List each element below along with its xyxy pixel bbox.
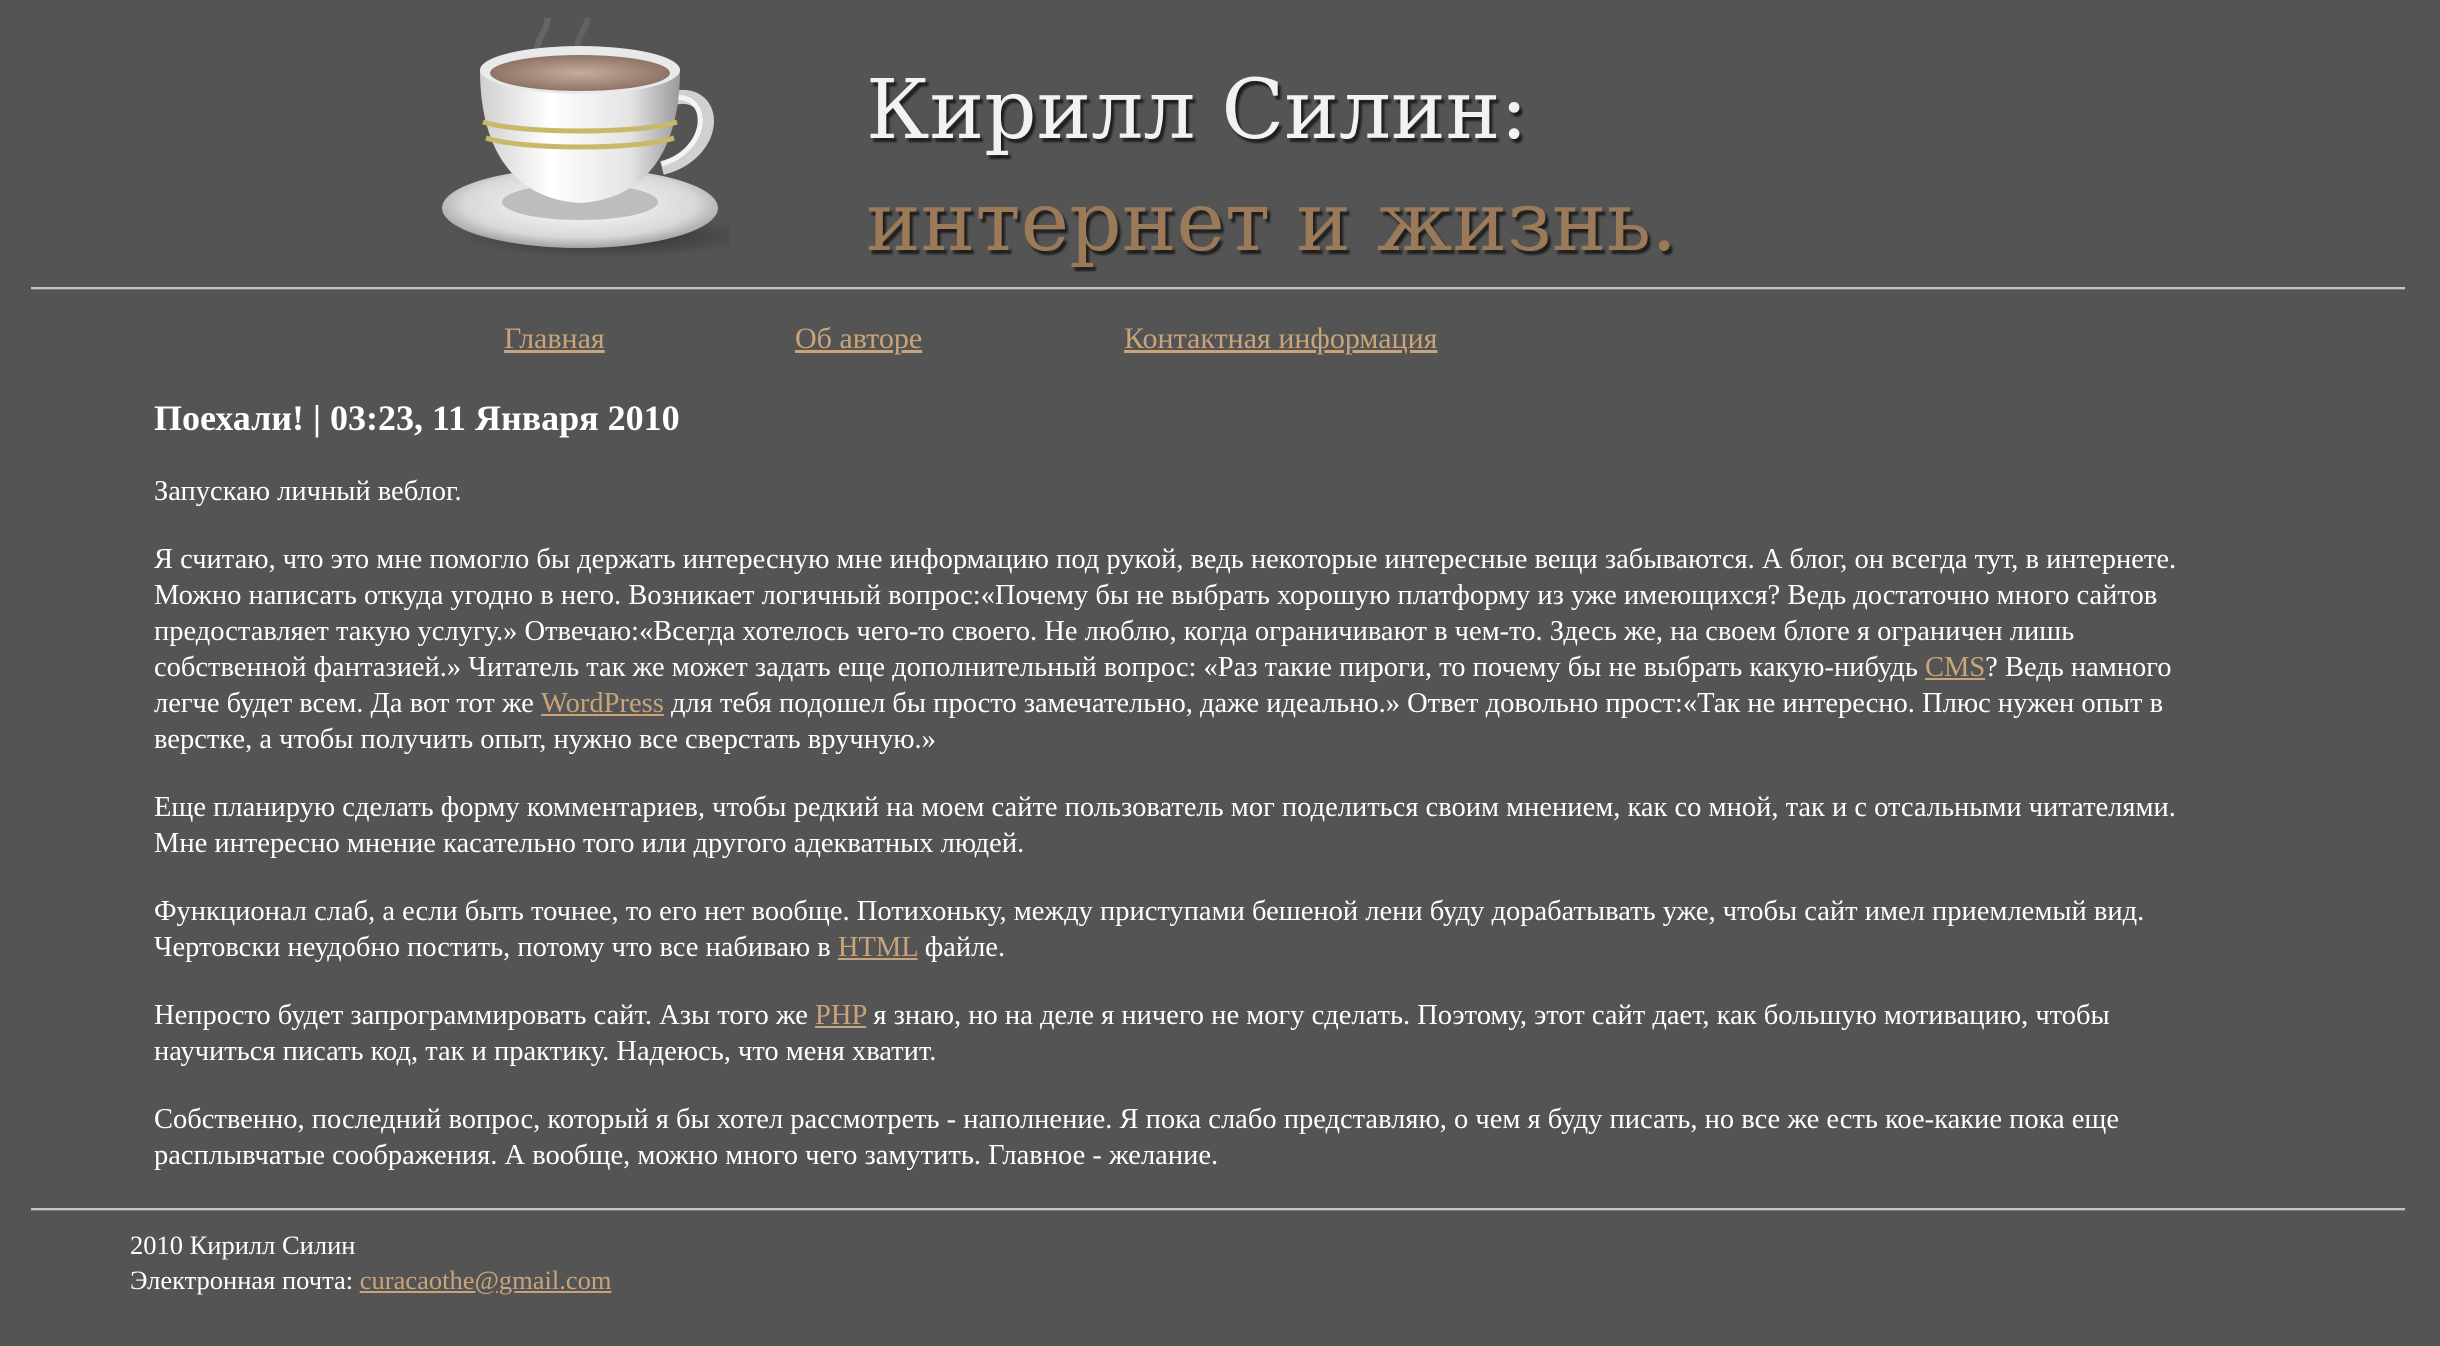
site-footer: 2010 Кирилл Силин Электронная почта: cur… bbox=[130, 1228, 611, 1298]
paragraph-text: Функционал слаб, а если быть точнее, то … bbox=[154, 896, 2145, 963]
blog-post: Поехали! | 03:23, 11 Января 2010 Запуска… bbox=[154, 396, 2214, 1206]
post-paragraph: Непросто будет запрограммировать сайт. А… bbox=[154, 998, 2214, 1070]
post-paragraph: Функционал слаб, а если быть точнее, то … bbox=[154, 894, 2214, 966]
post-paragraph: Я считаю, что это мне помогло бы держать… bbox=[154, 542, 2214, 758]
site-subtitle: интернет и жизнь. bbox=[866, 175, 1678, 270]
post-heading: Поехали! | 03:23, 11 Января 2010 bbox=[154, 398, 680, 438]
site-title: Кирилл Силин: bbox=[866, 63, 1528, 158]
footer-divider bbox=[31, 1208, 2405, 1211]
post-paragraph: Запускаю личный веблог. bbox=[154, 476, 462, 507]
copyright-text: 2010 Кирилл Силин bbox=[130, 1230, 356, 1260]
post-paragraph: Еще планирую сделать форму комментариев,… bbox=[154, 792, 2176, 859]
site-header: Кирилл Силин: интернет и жизнь. bbox=[0, 0, 2440, 290]
main-nav: Главная Об авторе Контактная информация bbox=[0, 322, 2440, 362]
html-link[interactable]: HTML bbox=[838, 932, 918, 963]
nav-link-about[interactable]: Об авторе bbox=[795, 322, 922, 356]
email-line: Электронная почта: curacaothe@gmail.com bbox=[130, 1263, 611, 1298]
nav-link-home[interactable]: Главная bbox=[504, 322, 605, 356]
coffee-cup-icon bbox=[442, 18, 730, 258]
nav-link-contacts[interactable]: Контактная информация bbox=[1124, 322, 1437, 356]
wordpress-link[interactable]: WordPress bbox=[541, 688, 664, 719]
email-label: Электронная почта: bbox=[130, 1265, 360, 1295]
cms-link[interactable]: CMS bbox=[1925, 652, 1985, 683]
paragraph-text: Я считаю, что это мне помогло бы держать… bbox=[154, 544, 2177, 683]
php-link[interactable]: PHP bbox=[815, 1000, 866, 1031]
email-link[interactable]: curacaothe@gmail.com bbox=[360, 1265, 612, 1295]
post-paragraph: Собственно, последний вопрос, который я … bbox=[154, 1104, 2120, 1171]
header-divider bbox=[31, 287, 2405, 290]
paragraph-text: Непросто будет запрограммировать сайт. А… bbox=[154, 1000, 816, 1031]
paragraph-text: файле. bbox=[917, 932, 1006, 963]
